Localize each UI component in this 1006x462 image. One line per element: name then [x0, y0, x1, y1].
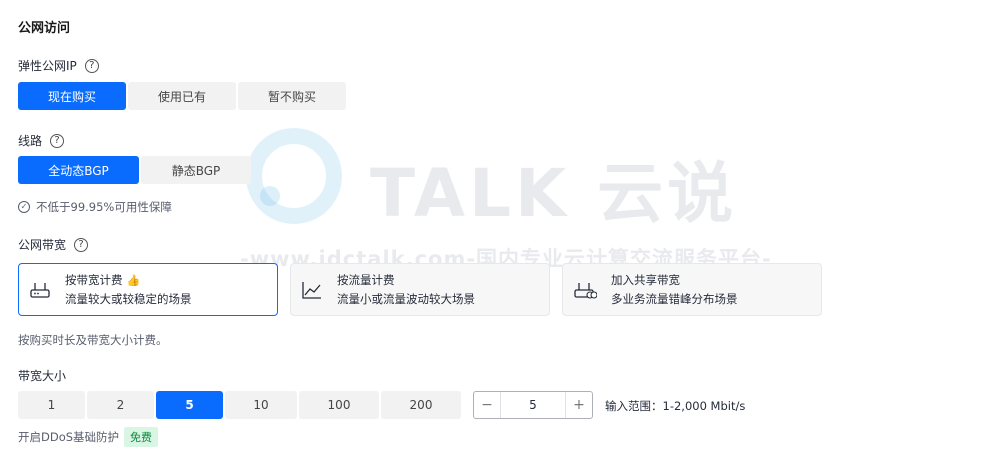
bandwidth-label: 公网带宽 — [18, 238, 67, 252]
eip-label-row: 弹性公网IP ? — [18, 57, 99, 74]
card-title: 按流量计费 — [337, 273, 395, 287]
bandwidth-option-100[interactable]: 100 — [299, 391, 379, 419]
bandwidth-option-1[interactable]: 1 — [18, 391, 85, 419]
bandwidth-size-label: 带宽大小 — [18, 369, 67, 383]
watermark-text: TALK 云说 — [370, 155, 738, 232]
router-icon — [30, 282, 50, 298]
line-option-dynamic-bgp[interactable]: 全动态BGP — [18, 156, 139, 184]
card-title: 按带宽计费 — [65, 273, 123, 287]
eip-option-buy-now[interactable]: 现在购买 — [18, 82, 126, 110]
billing-note: 按购买时长及带宽大小计费。 — [18, 333, 168, 347]
bandwidth-label-row: 公网带宽 ? — [18, 236, 89, 253]
billing-card-by-traffic[interactable]: 按流量计费 流量小或流量波动较大场景 — [290, 263, 550, 316]
ddos-row: 开启DDoS基础防护 免费 — [18, 427, 159, 447]
line-chart-icon — [302, 281, 321, 299]
help-icon[interactable]: ? — [50, 133, 65, 148]
eip-option-use-existing[interactable]: 使用已有 — [128, 82, 236, 110]
watermark-logo — [232, 128, 362, 231]
bandwidth-option-10[interactable]: 10 — [225, 391, 297, 419]
eip-option-not-buy[interactable]: 暂不购买 — [238, 82, 346, 110]
bandwidth-range-hint: 输入范围：1-2,000 Mbit/s — [605, 399, 746, 413]
help-icon[interactable]: ? — [74, 237, 89, 252]
ddos-label: 开启DDoS基础防护 — [18, 430, 120, 444]
bandwidth-option-200[interactable]: 200 — [381, 391, 461, 419]
bandwidth-value-input[interactable]: 5 — [500, 392, 566, 418]
check-circle-icon: ✓ — [18, 201, 30, 213]
guarantee-text: 不低于99.95%可用性保障 — [36, 200, 172, 214]
free-badge: 免费 — [124, 427, 159, 447]
bandwidth-option-5[interactable]: 5 — [156, 391, 223, 419]
billing-card-by-bandwidth[interactable]: 按带宽计费 👍 流量较大或较稳定的场景 — [18, 263, 278, 316]
watermark-cloud-icon — [246, 128, 342, 224]
help-icon[interactable]: ? — [84, 58, 99, 73]
line-label-row: 线路 ? — [18, 132, 65, 149]
minus-button[interactable]: − — [474, 392, 500, 418]
card-desc: 流量较大或较稳定的场景 — [65, 292, 192, 306]
card-desc: 流量小或流量波动较大场景 — [337, 292, 475, 306]
section-title: 公网访问 — [18, 21, 71, 36]
bandwidth-stepper: − 5 + — [473, 391, 593, 419]
line-option-static-bgp[interactable]: 静态BGP — [141, 156, 251, 184]
card-desc: 多业务流量错峰分布场景 — [611, 292, 738, 306]
availability-guarantee: ✓ 不低于99.95%可用性保障 — [18, 199, 172, 215]
line-label: 线路 — [18, 134, 43, 148]
card-title: 加入共享带宽 — [611, 273, 680, 287]
thumbs-up-icon: 👍 — [126, 273, 141, 287]
billing-card-shared-bandwidth[interactable]: 加入共享带宽 多业务流量错峰分布场景 — [562, 263, 822, 316]
bandwidth-option-2[interactable]: 2 — [87, 391, 154, 419]
eip-label: 弹性公网IP — [18, 59, 77, 73]
plus-button[interactable]: + — [566, 392, 592, 418]
shared-router-icon — [574, 282, 597, 299]
